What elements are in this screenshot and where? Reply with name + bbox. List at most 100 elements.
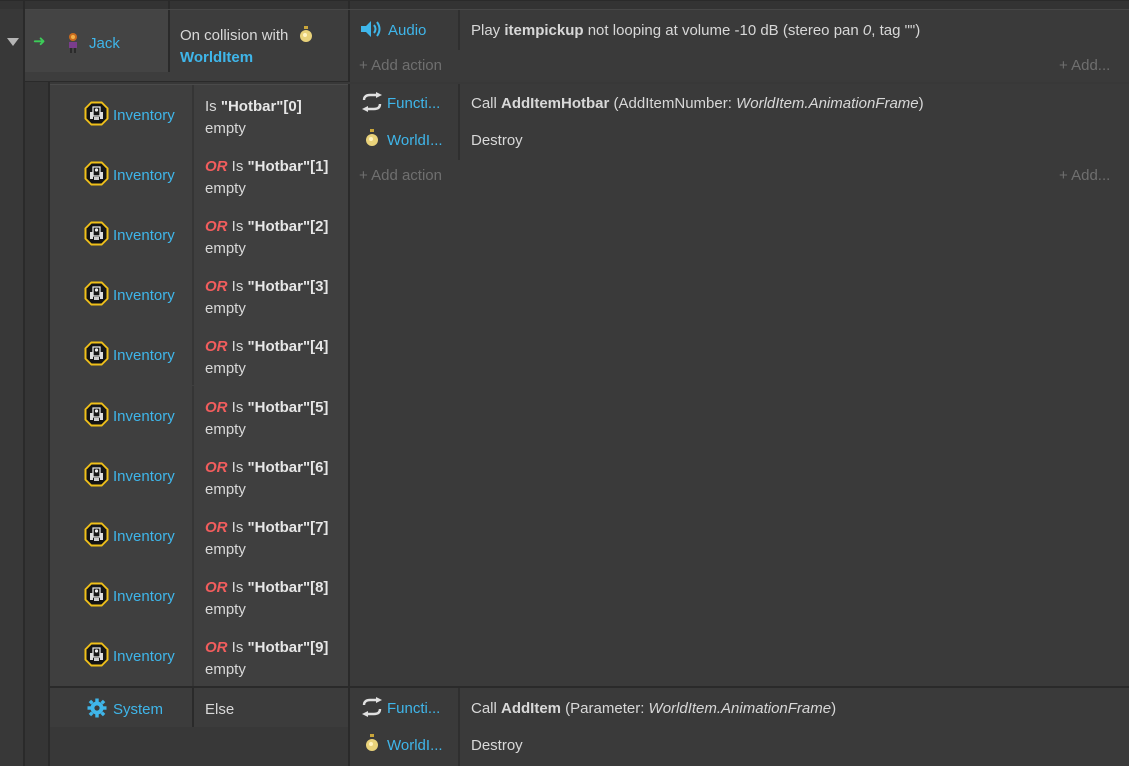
function-icon — [361, 697, 383, 717]
inventory-icon — [84, 161, 109, 186]
speaker-icon — [360, 20, 382, 38]
is-label: Is — [227, 458, 248, 476]
add-more-label: Add... — [1071, 57, 1111, 74]
add-action-button[interactable]: + Add action — [359, 167, 442, 184]
parameter-value: WorldItem.AnimationFrame — [736, 95, 919, 112]
empty-label: empty — [205, 420, 246, 438]
plus-icon: + — [1059, 167, 1068, 184]
empty-label: empty — [205, 240, 246, 258]
hotbar-slot: "Hotbar"[3] — [247, 278, 329, 296]
add-more-button[interactable]: + Add... — [1059, 57, 1110, 74]
condition-text: OR Is "Hotbar"[7] empty — [205, 517, 328, 561]
action-text: Call — [471, 95, 502, 112]
plus-icon: + — [359, 167, 368, 184]
condition-object-name[interactable]: Inventory — [113, 167, 175, 184]
condition-text: OR Is "Hotbar"[4] empty — [205, 336, 328, 380]
action-text: ) — [918, 95, 924, 112]
condition-object-name[interactable]: Inventory — [113, 408, 175, 425]
destroy-text: Destroy — [471, 737, 523, 754]
condition-text: OR Is "Hotbar"[1] empty — [205, 156, 328, 200]
chevron-down-icon[interactable] — [7, 38, 19, 46]
inventory-icon — [84, 462, 109, 487]
condition-object-name[interactable]: Inventory — [113, 528, 175, 545]
action-object-function[interactable]: Functi... — [387, 95, 440, 112]
empty-label: empty — [205, 540, 246, 558]
condition-object-name[interactable]: Inventory — [113, 588, 175, 605]
event-object-name[interactable]: Jack — [89, 35, 120, 52]
empty-label: empty — [205, 660, 246, 678]
is-label: Is — [227, 638, 248, 656]
or-keyword: OR — [205, 398, 228, 416]
collapse-toggle[interactable] — [7, 38, 19, 46]
worlditem-icon — [299, 26, 313, 42]
worlditem-icon — [365, 129, 379, 147]
destroy-text: Destroy — [471, 132, 523, 149]
condition-object-name[interactable]: Inventory — [113, 287, 175, 304]
empty-label: empty — [205, 120, 246, 137]
destroy-action[interactable] — [350, 727, 1129, 766]
is-label: Is — [227, 218, 248, 236]
inventory-condition-row[interactable]: Inventory OR Is "Hotbar"[2] empty — [50, 205, 348, 266]
inventory-condition-row[interactable]: Inventory OR Is "Hotbar"[5] empty — [50, 385, 348, 446]
hotbar-slot: "Hotbar"[5] — [247, 398, 329, 416]
condition-object-name[interactable]: Inventory — [113, 648, 175, 665]
condition-text: OR Is "Hotbar"[2] empty — [205, 216, 328, 260]
gear-icon — [87, 698, 107, 718]
add-action-label: Add action — [371, 167, 442, 184]
empty-label: empty — [205, 180, 246, 198]
inventory-icon — [84, 582, 109, 607]
inventory-condition-row[interactable]: Inventory OR Is "Hotbar"[1] empty — [50, 145, 348, 206]
add-action-button[interactable]: + Add action — [359, 57, 442, 74]
action-text: , tag "") — [871, 22, 921, 39]
trigger-arrow-icon: ➜ — [33, 33, 46, 50]
inventory-condition-row[interactable]: Inventory OR Is "Hotbar"[9] empty — [50, 625, 348, 686]
worlditem-icon — [365, 734, 379, 752]
destroy-action[interactable] — [350, 123, 1129, 159]
empty-label: empty — [205, 600, 246, 618]
condition-text: OR Is "Hotbar"[6] empty — [205, 457, 328, 501]
else-object-name[interactable]: System — [113, 701, 163, 718]
hotbar-slot: "Hotbar"[0] — [220, 98, 302, 115]
condition-object-name[interactable]: Inventory — [113, 347, 175, 364]
event-condition[interactable]: On collision with WorldItem — [180, 25, 345, 69]
add-more-button[interactable]: + Add... — [1059, 167, 1110, 184]
or-keyword: OR — [205, 158, 228, 176]
hotbar-slot: "Hotbar"[6] — [247, 458, 329, 476]
inventory-condition-row[interactable]: Inventory OR Is "Hotbar"[7] empty — [50, 505, 348, 566]
else-condition[interactable]: Else — [205, 701, 234, 718]
plus-icon: + — [1059, 57, 1068, 74]
inventory-condition-row[interactable]: Inventory Is "Hotbar"[0] empty — [50, 85, 348, 145]
is-label: Is — [227, 338, 248, 356]
is-label: Is — [227, 278, 248, 296]
or-keyword: OR — [205, 338, 228, 356]
action-object-worlditem[interactable]: WorldI... — [387, 132, 443, 149]
hotbar-slot: "Hotbar"[2] — [247, 218, 329, 236]
function-icon — [361, 92, 383, 112]
action-text: (Parameter: — [561, 700, 649, 717]
is-label: Is — [227, 578, 248, 596]
action-text: (AddItemNumber: — [609, 95, 737, 112]
action-text: ) — [831, 700, 837, 717]
action-text: Call — [471, 700, 502, 717]
condition-target[interactable]: WorldItem — [180, 49, 253, 66]
condition-text: OR Is "Hotbar"[8] empty — [205, 577, 328, 621]
inventory-condition-row[interactable]: Inventory OR Is "Hotbar"[3] empty — [50, 265, 348, 326]
condition-object-name[interactable]: Inventory — [113, 468, 175, 485]
action-object-function[interactable]: Functi... — [387, 700, 440, 717]
inventory-condition-row[interactable]: Inventory OR Is "Hotbar"[8] empty — [50, 565, 348, 626]
condition-object-name[interactable]: Inventory — [113, 227, 175, 244]
condition-text: Is "Hotbar"[0] empty — [205, 96, 302, 140]
or-keyword: OR — [205, 638, 228, 656]
condition-object-name[interactable]: Inventory — [113, 107, 175, 124]
or-keyword: OR — [205, 218, 228, 236]
is-label: Is — [205, 98, 221, 115]
or-keyword: OR — [205, 578, 228, 596]
action-object-audio[interactable]: Audio — [388, 22, 426, 39]
action-object-worlditem[interactable]: WorldI... — [387, 737, 443, 754]
inventory-condition-row[interactable]: Inventory OR Is "Hotbar"[4] empty — [50, 325, 348, 386]
inventory-icon — [84, 522, 109, 547]
inventory-condition-row[interactable]: Inventory OR Is "Hotbar"[6] empty — [50, 445, 348, 506]
pan-value: 0 — [862, 22, 872, 39]
sound-name: itempickup — [504, 22, 584, 39]
condition-text: OR Is "Hotbar"[3] empty — [205, 276, 328, 320]
